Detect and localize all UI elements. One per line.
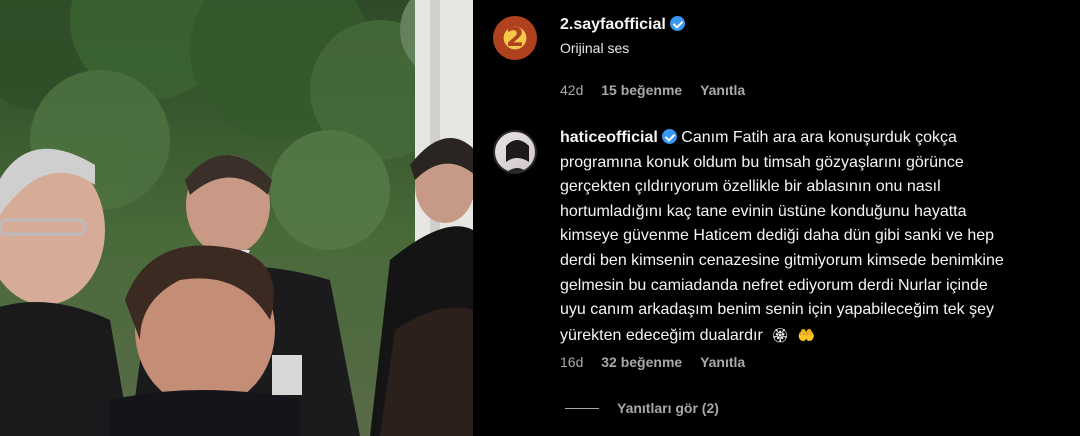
likes-count[interactable]: 15 beğenme <box>601 82 682 98</box>
comment-line: gerçekten çıldırıyorum özellikle bir abl… <box>560 178 941 196</box>
comment-line: yürekten edeceğim dualardır <box>560 326 763 344</box>
view-replies-button[interactable]: Yanıtları gör (2) <box>565 400 719 416</box>
comment-age: 42d <box>560 82 584 98</box>
comment-line: hortumladığını kaç tane evinin üstüne ko… <box>560 202 967 220</box>
flower-emoji-icon: 🏵 <box>771 326 790 343</box>
comment-age: 16d <box>560 354 584 370</box>
praying-hands-emoji-icon: 🤲 <box>797 326 815 343</box>
comments-panel: 2 2.sayfaofficial Orijinal ses 42d 15 be… <box>473 0 1080 436</box>
comment-line: Canım Fatih ara ara konuşurduk çokça <box>681 129 957 146</box>
funeral-photo <box>0 0 473 436</box>
comment-line: uyu canım arkadaşım benim senin için yap… <box>560 301 994 319</box>
comment-meta: 42d 15 beğenme Yanıtla <box>560 82 759 98</box>
avatar[interactable] <box>493 130 537 174</box>
replies-divider <box>565 407 599 409</box>
comment-line: gelmesin bu camiadanda nefret ediyorum d… <box>560 276 988 294</box>
comment-username[interactable]: haticeofficial <box>560 129 658 146</box>
view-replies-label: Yanıtları gör (2) <box>617 400 719 416</box>
verified-badge-icon <box>661 129 677 144</box>
reply-button[interactable]: Yanıtla <box>700 82 745 98</box>
comment-meta: 16d 32 beğenme Yanıtla <box>560 354 759 370</box>
video-frame <box>0 0 473 436</box>
reply-button[interactable]: Yanıtla <box>700 354 745 370</box>
comment-line: programına konuk oldum bu timsah gözyaşl… <box>560 153 964 171</box>
comment-text[interactable]: Orijinal ses <box>560 40 1060 56</box>
comment-line: derdi ben kimsenin cenazesine gitmiyorum… <box>560 251 1004 269</box>
avatar-logo-text: 2 <box>505 23 525 53</box>
avatar[interactable]: 2 <box>493 16 537 60</box>
verified-badge-icon <box>669 16 685 31</box>
likes-count[interactable]: 32 beğenme <box>601 354 682 370</box>
comment-line: kimseye güvenme Haticem dediği daha dün … <box>560 227 995 245</box>
avatar-photo <box>506 140 529 172</box>
comment-username[interactable]: 2.sayfaofficial <box>560 16 666 33</box>
